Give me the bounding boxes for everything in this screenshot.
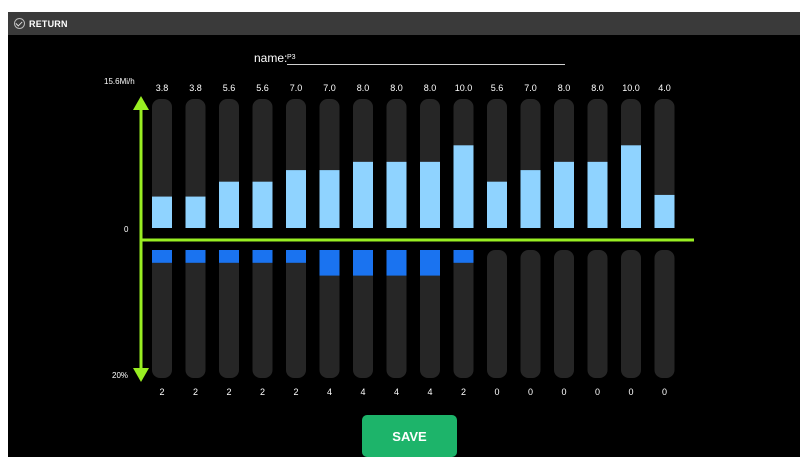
incline-value-label: 2 [226, 387, 231, 397]
incline-value-label: 4 [360, 387, 365, 397]
incline-slider-track[interactable] [152, 250, 172, 378]
speed-bar[interactable] [520, 170, 541, 228]
speed-value-label: 8.0 [424, 83, 437, 93]
incline-value-label: 4 [394, 387, 399, 397]
incline-bar[interactable] [252, 250, 273, 263]
speed-value-label: 3.8 [189, 83, 202, 93]
speed-bar[interactable] [386, 161, 407, 228]
speed-bar[interactable] [587, 161, 608, 228]
incline-value-label: 2 [461, 387, 466, 397]
incline-slider-track[interactable] [520, 250, 541, 378]
incline-bar[interactable] [453, 250, 474, 263]
incline-value-label: 2 [293, 387, 298, 397]
incline-bar[interactable] [420, 250, 440, 276]
incline-value-label: 2 [260, 387, 265, 397]
speed-bar[interactable] [453, 145, 474, 228]
speed-bar[interactable] [487, 181, 507, 228]
incline-value-label: 2 [193, 387, 198, 397]
speed-value-label: 8.0 [558, 83, 571, 93]
speed-bar[interactable] [152, 196, 172, 228]
incline-slider-track[interactable] [453, 250, 474, 378]
speed-value-label: 7.0 [524, 83, 537, 93]
incline-value-label: 0 [628, 387, 633, 397]
speed-bar[interactable] [185, 196, 206, 228]
incline-slider-track[interactable] [554, 250, 574, 378]
incline-bar[interactable] [219, 250, 239, 263]
incline-bar[interactable] [386, 250, 407, 276]
incline-value-label: 4 [327, 387, 332, 397]
speed-bar[interactable] [621, 145, 641, 228]
incline-value-label: 0 [561, 387, 566, 397]
incline-slider-track[interactable] [252, 250, 273, 378]
incline-bar[interactable] [185, 250, 206, 263]
speed-bar[interactable] [654, 194, 675, 228]
speed-bar[interactable] [353, 161, 373, 228]
speed-bar[interactable] [420, 161, 440, 228]
incline-value-label: 4 [427, 387, 432, 397]
speed-value-label: 4.0 [658, 83, 671, 93]
incline-bar[interactable] [152, 250, 172, 263]
incline-slider-track[interactable] [487, 250, 507, 378]
incline-slider-track[interactable] [654, 250, 675, 378]
speed-value-label: 7.0 [323, 83, 336, 93]
speed-incline-chart: 3.8 2 3.8 2 5.6 2 5.6 2 7.0 2 7.0 4 8.0 4 8.0 4 8.0 4 10.0… [133, 83, 694, 397]
speed-bar[interactable] [286, 170, 306, 228]
speed-value-label: 5.6 [256, 83, 269, 93]
incline-bar[interactable] [319, 250, 340, 276]
incline-slider-track[interactable] [621, 250, 641, 378]
speed-value-label: 7.0 [290, 83, 303, 93]
speed-value-label: 8.0 [591, 83, 604, 93]
save-button[interactable]: SAVE [362, 415, 457, 457]
incline-bar[interactable] [353, 250, 373, 276]
axis-arrow-up-icon [133, 96, 149, 110]
speed-bar[interactable] [219, 181, 239, 228]
speed-value-label: 8.0 [390, 83, 403, 93]
speed-bar[interactable] [252, 181, 273, 228]
speed-bar[interactable] [554, 161, 574, 228]
editor-screen: RETURN name: 15.6Mi/h 0 20% 3.823.825.62… [8, 12, 800, 457]
incline-value-label: 0 [662, 387, 667, 397]
incline-slider-track[interactable] [286, 250, 306, 378]
incline-slider-track[interactable] [219, 250, 239, 378]
incline-slider-track[interactable] [185, 250, 206, 378]
incline-value-label: 2 [159, 387, 164, 397]
incline-bar[interactable] [286, 250, 306, 263]
incline-slider-track[interactable] [587, 250, 608, 378]
speed-value-label: 5.6 [223, 83, 236, 93]
incline-value-label: 0 [528, 387, 533, 397]
incline-value-label: 0 [494, 387, 499, 397]
speed-value-label: 3.8 [156, 83, 169, 93]
speed-value-label: 10.0 [622, 83, 640, 93]
incline-value-label: 0 [595, 387, 600, 397]
axis-arrow-down-icon [133, 368, 149, 382]
speed-value-label: 5.6 [491, 83, 504, 93]
speed-value-label: 10.0 [455, 83, 473, 93]
speed-value-label: 8.0 [357, 83, 370, 93]
speed-bar[interactable] [319, 170, 340, 228]
